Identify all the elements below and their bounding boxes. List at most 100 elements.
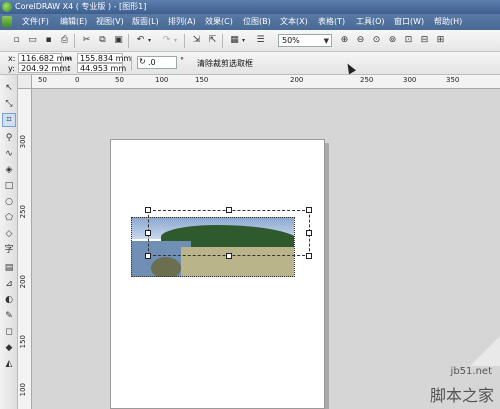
paste-icon[interactable]: ▣ [112,34,125,47]
table-tool-icon[interactable]: ▤ [2,261,16,275]
watermark-flag [470,336,500,366]
ruler-origin[interactable] [18,75,32,89]
import-icon[interactable]: ⇲ [190,34,203,47]
app-menu-icon[interactable] [2,16,12,27]
polygon-tool-icon[interactable]: ⬠ [2,211,16,225]
save-icon[interactable]: ▪ [42,34,55,47]
zoom-tool-icon[interactable]: ⚲ [2,131,16,145]
basic-shapes-icon[interactable]: ◇ [2,227,16,241]
menu-help[interactable]: 帮助(H) [434,17,462,27]
welcome-icon[interactable]: ☰ [254,34,267,47]
horizontal-ruler[interactable]: 50 0 50 100 150 200 250 300 350 [18,75,500,89]
crop-handle-top-left[interactable] [145,207,151,213]
ruler-label: 300 [19,135,27,149]
menu-window[interactable]: 窗口(W) [394,17,424,27]
watermark-text: 脚本之家 [429,386,494,405]
menu-layout[interactable]: 版面(L) [132,17,159,27]
standard-toolbar: ▫ ▭ ▪ ⎙ ✂ ⧉ ▣ ↶ ▾ ↷ ▾ ⇲ ⇱ ▦ ▾ ☰ 50% ▼ ⊕ … [0,30,500,52]
crop-selection-box[interactable] [148,210,310,256]
zoom-all-icon[interactable]: ⊚ [386,34,399,47]
coreldraw-logo-icon [2,2,12,12]
outline-tool-icon[interactable]: ◻ [2,325,16,339]
height-field[interactable]: 44.953 mm [77,63,126,73]
dimension-tool-icon[interactable]: ⊿ [2,277,16,291]
smart-fill-icon[interactable]: ◈ [2,163,16,177]
y-position-label: y: [8,64,15,73]
toolbar-separator [184,34,185,48]
title-bar: CorelDRAW X4 ( 专业版 ) - [图形1] [0,0,500,14]
height-icon: ↕ [66,65,72,73]
property-bar: x: 116.682 mm y: 204.92 mm ↔ 155.834 mm … [0,52,500,75]
crop-handle-bottom-left[interactable] [145,253,151,259]
interactive-fill-icon[interactable]: ◭ [2,357,16,371]
menu-bar: 文件(F) 编辑(E) 视图(V) 版面(L) 排列(A) 效果(C) 位图(B… [0,14,500,30]
clear-crop-marquee-button[interactable]: 清除裁剪选取框 [197,58,253,69]
fill-tool-icon[interactable]: ◆ [2,341,16,355]
text-tool-icon[interactable]: 字 [2,243,16,257]
pick-tool-icon[interactable]: ↖ [2,81,16,95]
crop-handle-right[interactable] [306,230,312,236]
ruler-label: 200 [19,275,27,289]
shape-tool-icon[interactable]: ⤡ [2,97,16,111]
eyedropper-tool-icon[interactable]: ✎ [2,309,16,323]
open-icon[interactable]: ▭ [26,34,39,47]
rectangle-tool-icon[interactable]: □ [2,179,16,193]
interactive-tool-icon[interactable]: ◐ [2,293,16,307]
watermark-url: jb51.net [450,366,492,377]
ruler-label: 100 [155,76,169,84]
ruler-label: 200 [290,76,304,84]
menu-bitmaps[interactable]: 位图(B) [243,17,271,27]
crop-handle-top[interactable] [226,207,232,213]
ruler-label: 0 [75,76,80,84]
crop-tool-icon[interactable]: ⌗ [2,113,16,127]
menu-arrange[interactable]: 排列(A) [168,17,196,27]
app-launcher-dropdown-icon[interactable]: ▾ [240,34,247,47]
zoom-selected-icon[interactable]: ⊙ [370,34,383,47]
zoom-out-icon[interactable]: ⊖ [354,34,367,47]
chevron-down-icon: ▼ [323,37,329,45]
menu-effects[interactable]: 效果(C) [205,17,233,27]
crop-handle-top-right[interactable] [306,207,312,213]
ruler-label: 50 [115,76,124,84]
redo-dropdown-icon[interactable]: ▾ [172,34,179,47]
menu-table[interactable]: 表格(T) [318,17,345,27]
width-icon: ↔ [66,55,72,63]
watermark: jb51.net 脚本之家 [416,336,500,409]
zoom-in-icon[interactable]: ⊕ [338,34,351,47]
y-position-field[interactable]: 204.92 mm [18,63,67,73]
toolbar-separator [128,34,129,48]
ruler-label: 350 [446,76,460,84]
zoom-level-value: 50% [282,36,300,45]
menu-edit[interactable]: 编辑(E) [60,17,87,27]
undo-dropdown-icon[interactable]: ▾ [146,34,153,47]
toolbar-separator [222,34,223,48]
menu-file[interactable]: 文件(F) [22,17,49,27]
print-icon[interactable]: ⎙ [58,34,71,47]
toolbox: ↖ ⤡ ⌗ ⚲ ∿ ◈ □ ○ ⬠ ◇ 字 ▤ ⊿ ◐ ✎ ◻ ◆ ◭ [0,75,18,409]
ruler-label: 250 [19,205,27,219]
freehand-tool-icon[interactable]: ∿ [2,147,16,161]
zoom-page-icon[interactable]: ⊡ [402,34,415,47]
width-field[interactable]: 155.834 mm [77,53,131,63]
zoom-level-select[interactable]: 50% ▼ [278,34,332,47]
crop-handle-bottom-right[interactable] [306,253,312,259]
cut-icon[interactable]: ✂ [80,34,93,47]
x-position-label: x: [8,54,16,63]
vertical-ruler[interactable]: 300 250 200 150 100 [18,89,32,409]
menu-tools[interactable]: 工具(O) [356,17,385,27]
rotation-unit: ° [180,56,184,65]
new-icon[interactable]: ▫ [10,34,23,47]
export-icon[interactable]: ⇱ [206,34,219,47]
toolbar-separator [131,56,132,70]
copy-icon[interactable]: ⧉ [96,34,109,47]
ellipse-tool-icon[interactable]: ○ [2,195,16,209]
menu-view[interactable]: 视图(V) [96,17,124,27]
crop-handle-left[interactable] [145,230,151,236]
crop-handle-bottom[interactable] [226,253,232,259]
ruler-label: 300 [403,76,417,84]
menu-text[interactable]: 文本(X) [280,17,308,27]
coreldraw-window: CorelDRAW X4 ( 专业版 ) - [图形1] 文件(F) 编辑(E)… [0,0,500,409]
zoom-width-icon[interactable]: ⊟ [418,34,431,47]
x-position-field[interactable]: 116.682 mm [18,53,72,63]
zoom-height-icon[interactable]: ⊞ [434,34,447,47]
